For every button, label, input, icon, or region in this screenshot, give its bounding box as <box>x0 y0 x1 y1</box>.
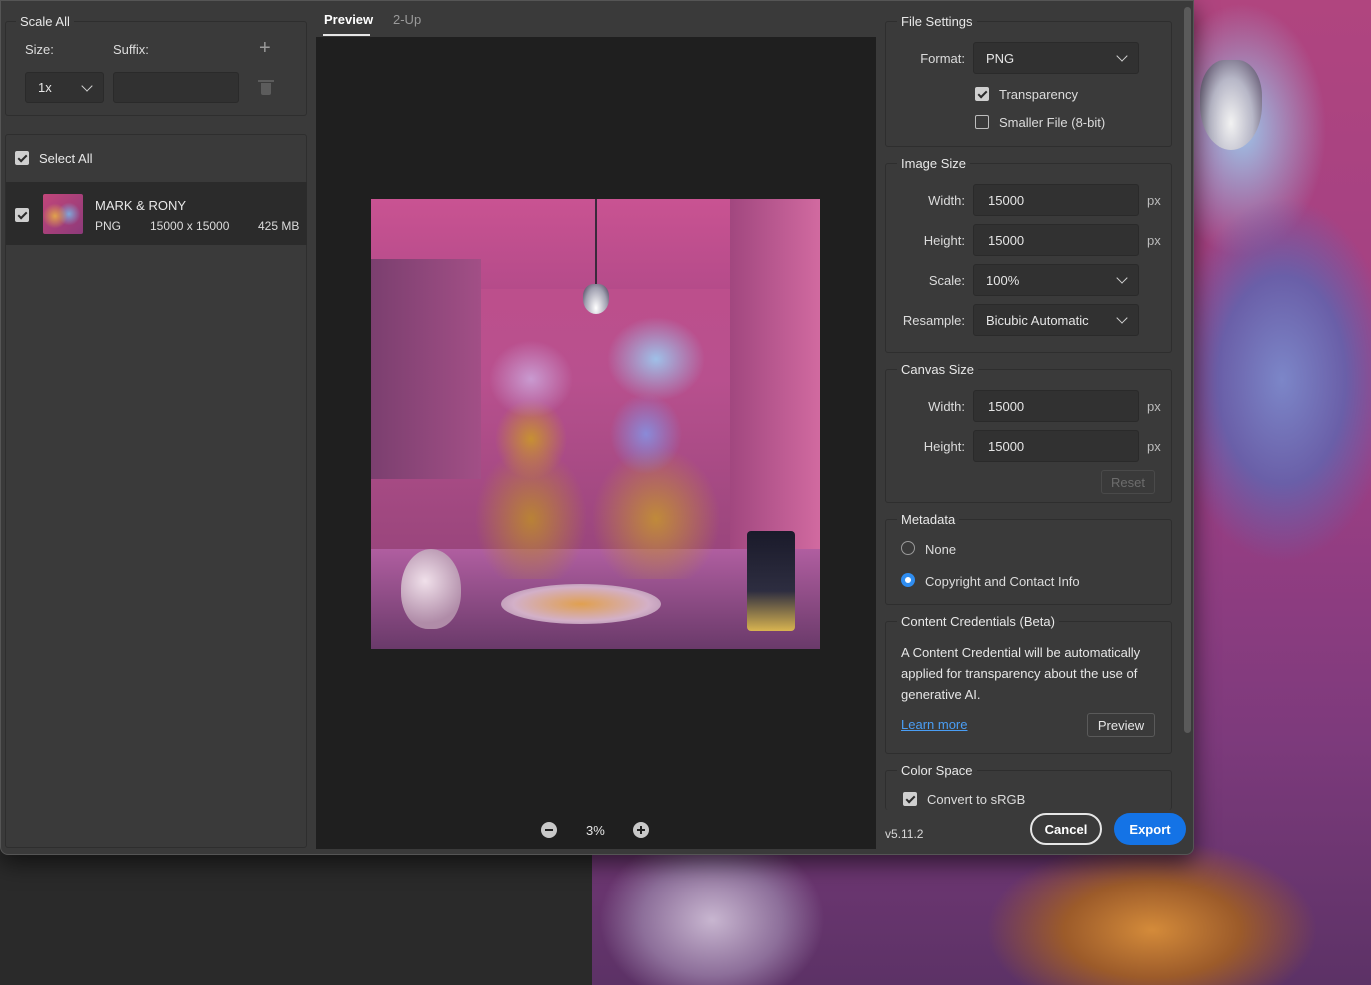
zoom-level: 3% <box>586 823 605 838</box>
asset-name: MARK & RONY <box>95 198 187 213</box>
workspace-background <box>0 856 592 985</box>
image-width-value: 15000 <box>988 192 1025 208</box>
reset-button[interactable]: Reset <box>1101 470 1155 494</box>
zoom-out-icon[interactable] <box>541 822 557 838</box>
convert-srgb-checkbox[interactable] <box>903 792 917 806</box>
metadata-title: Metadata <box>897 512 960 527</box>
background-lamp-detail <box>1200 60 1262 150</box>
select-all-checkbox[interactable] <box>15 151 29 165</box>
asset-checkbox[interactable] <box>15 208 29 222</box>
asset-thumbnail <box>43 194 83 234</box>
plus-icon[interactable]: + <box>259 38 271 58</box>
preview-image <box>371 199 820 649</box>
metadata-none-radio[interactable] <box>901 541 915 555</box>
scale-all-title: Scale All <box>16 14 74 29</box>
asset-file-size: 425 MB <box>258 219 300 233</box>
content-credentials-title: Content Credentials (Beta) <box>897 614 1059 629</box>
file-settings-title: File Settings <box>897 14 977 29</box>
canvas-size-title: Canvas Size <box>897 362 978 377</box>
convert-srgb-label: Convert to sRGB <box>927 792 1026 807</box>
resample-dropdown[interactable]: Bicubic Automatic <box>973 304 1139 336</box>
format-value: PNG <box>986 50 1015 66</box>
canvas-width-label: Width: <box>928 399 965 414</box>
format-dropdown[interactable]: PNG <box>973 42 1139 74</box>
scale-label: Scale: <box>928 273 965 288</box>
canvas-width-unit: px <box>1147 399 1161 414</box>
preview-canvas <box>316 37 876 849</box>
suffix-input[interactable] <box>113 72 239 103</box>
resample-label: Resample: <box>902 313 965 328</box>
asset-row[interactable]: MARK & RONY PNG 15000 x 15000 425 MB <box>6 182 307 245</box>
image-width-input[interactable]: 15000 <box>973 184 1139 216</box>
content-credentials-description: A Content Credential will be automatical… <box>901 645 1141 702</box>
version-label: v5.11.2 <box>885 827 924 841</box>
smaller-file-label: Smaller File (8-bit) <box>999 115 1106 130</box>
export-as-dialog: Scale All Size: Suffix: + 1x Select All … <box>0 0 1194 855</box>
trash-icon[interactable] <box>258 80 274 95</box>
transparency-label: Transparency <box>999 87 1078 102</box>
canvas-width-value: 15000 <box>988 398 1025 414</box>
asset-format: PNG <box>95 219 122 233</box>
transparency-checkbox[interactable] <box>975 87 989 101</box>
select-all-label: Select All <box>39 151 93 166</box>
canvas-height-input[interactable]: 15000 <box>973 430 1139 462</box>
image-size-title: Image Size <box>897 156 971 171</box>
size-value: 1x <box>38 80 52 95</box>
chevron-down-icon <box>1116 272 1128 284</box>
metadata-copyright-label: Copyright and Contact Info <box>925 574 1080 589</box>
metadata-copyright-radio[interactable] <box>901 573 915 587</box>
size-dropdown[interactable]: 1x <box>25 72 104 103</box>
smaller-file-checkbox[interactable] <box>975 115 989 129</box>
asset-dimensions: 15000 x 15000 <box>150 219 230 233</box>
active-tab-indicator <box>323 34 370 36</box>
color-space-title: Color Space <box>897 763 977 778</box>
export-button[interactable]: Export <box>1114 813 1186 845</box>
canvas-height-value: 15000 <box>988 438 1025 454</box>
tab-2-up[interactable]: 2-Up <box>393 12 421 27</box>
image-height-label: Height: <box>923 233 965 248</box>
canvas-height-unit: px <box>1147 439 1161 454</box>
chevron-down-icon <box>81 79 93 92</box>
cancel-button[interactable]: Cancel <box>1030 813 1102 845</box>
size-label: Size: <box>25 42 54 57</box>
canvas-width-input[interactable]: 15000 <box>973 390 1139 422</box>
zoom-in-icon[interactable] <box>633 822 649 838</box>
image-width-unit: px <box>1147 193 1161 208</box>
metadata-section <box>885 519 1172 605</box>
format-label: Format: <box>920 51 965 66</box>
image-height-value: 15000 <box>988 232 1025 248</box>
image-height-input[interactable]: 15000 <box>973 224 1139 256</box>
scale-value: 100% <box>986 272 1020 288</box>
chevron-down-icon <box>1116 50 1128 62</box>
chevron-down-icon <box>1116 312 1128 324</box>
learn-more-link[interactable]: Learn more <box>901 717 967 732</box>
credentials-preview-button[interactable]: Preview <box>1087 713 1155 737</box>
resample-value: Bicubic Automatic <box>986 312 1089 328</box>
image-height-unit: px <box>1147 233 1161 248</box>
suffix-label: Suffix: <box>113 42 149 57</box>
settings-scrollbar-thumb[interactable] <box>1184 7 1191 733</box>
metadata-none-label: None <box>925 542 957 557</box>
scale-dropdown[interactable]: 100% <box>973 264 1139 296</box>
image-width-label: Width: <box>928 193 965 208</box>
tab-preview[interactable]: Preview <box>324 12 373 27</box>
canvas-height-label: Height: <box>923 439 965 454</box>
